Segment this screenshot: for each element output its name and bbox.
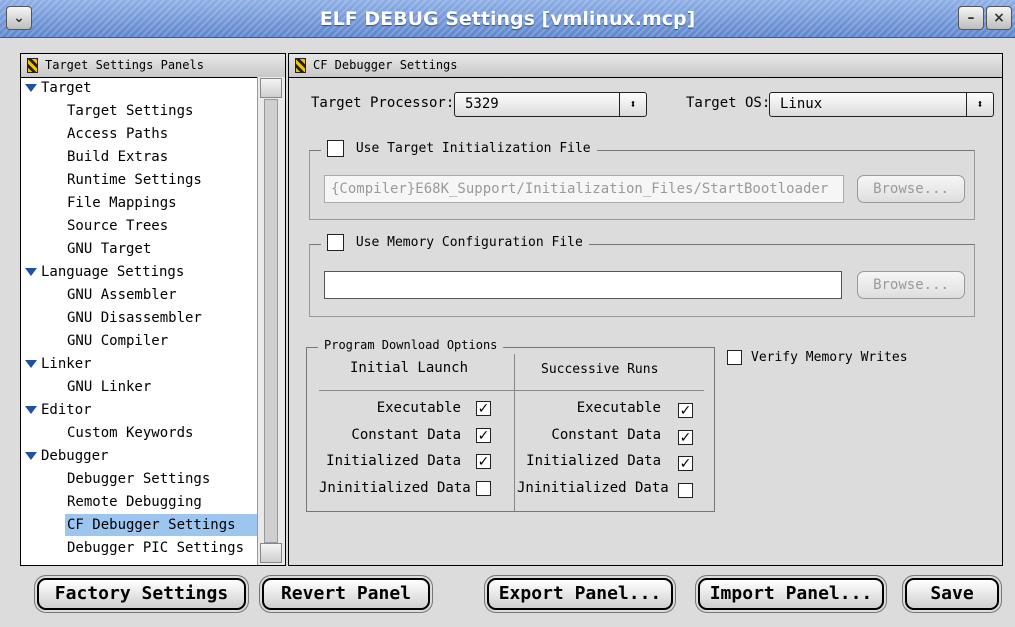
mem-config-browse-button[interactable]: Browse... [857,271,965,299]
tree-item[interactable]: Debugger [21,445,108,467]
tree-item[interactable]: Target [21,77,92,99]
disclosure-triangle-icon[interactable] [25,268,37,276]
successive-checkbox[interactable] [678,483,693,498]
save-button[interactable]: Save [905,578,999,610]
tree-item-label: Target Settings [67,103,194,119]
tree-item[interactable]: GNU Disassembler [21,307,202,329]
tree-item-label: Language Settings [41,264,185,280]
tree-item-label: CF Debugger Settings [67,517,236,533]
tree-item[interactable]: GNU Linker [21,376,151,398]
target-settings-panels: Target Settings Panels Target Target Sett… [20,53,286,566]
initial-row-label: Constant Data [351,427,461,443]
initial-row-label: Initialized Data [326,453,461,469]
tree-scrollbar[interactable] [257,77,285,565]
tree-item-label: Custom Keywords [67,425,194,441]
tree-item[interactable]: Debugger PIC Settings [21,537,244,559]
tree-item-label: Linker [41,356,92,372]
left-panel-header: Target Settings Panels [21,54,285,78]
tree-item[interactable]: GNU Target [21,238,151,260]
initial-checkbox[interactable] [476,481,491,496]
tree-item[interactable]: Source Trees [21,215,168,237]
tree-item[interactable]: Editor [21,399,92,421]
initial-checkbox[interactable]: ✓ [476,401,491,416]
initial-checkbox[interactable]: ✓ [476,428,491,443]
tree-item-label: GNU Disassembler [67,310,202,326]
verify-memory-writes-checkbox[interactable] [727,350,742,365]
download-rows: Executable ✓ Executable ✓ Constant Data ✓ Cons… [289,54,729,524]
tree-item[interactable]: GNU Compiler [21,330,168,352]
revert-panel-button[interactable]: Revert Panel [262,578,430,610]
tree-item-label: GNU Linker [67,379,152,395]
successive-row-label: Jninitialized Data [517,480,669,496]
tree-item[interactable]: GNU Assembler [21,284,177,306]
tree-item[interactable]: Remote Debugging [21,491,202,513]
tree-item-label: Remote Debugging [67,494,202,510]
initial-row-label: Jninitialized Data [319,480,471,496]
tree-item-label: Runtime Settings [67,172,202,188]
tree-item[interactable]: Linker [21,353,92,375]
tree-item[interactable]: CF Debugger Settings [65,514,257,536]
tree-item-label: Debugger Settings [67,471,211,487]
tree-item[interactable]: Build Extras [21,146,168,168]
tree-item[interactable]: Language Settings [21,261,184,283]
init-file-browse-button[interactable]: Browse... [857,175,965,203]
tree-item-label: GNU Compiler [67,333,169,349]
tree-item-label: Build Extras [67,149,169,165]
panel-header-icon [27,58,38,73]
scroll-down-arrow[interactable] [260,543,282,563]
tree-item-label: GNU Assembler [67,287,177,303]
tree-item-label: Editor [41,402,92,418]
tree-item-label: Source Trees [67,218,169,234]
tree-item[interactable]: Custom Keywords [21,422,193,444]
window-title: ELF DEBUG Settings [vmlinux.mcp] [319,8,696,30]
target-os-popup[interactable]: Linux ⬍ [769,92,994,117]
tree-item[interactable]: File Mappings [21,192,177,214]
tree-item-label: File Mappings [67,195,177,211]
tree-item-label: Debugger PIC Settings [67,540,245,556]
import-panel-button[interactable]: Import Panel... [698,578,884,610]
scroll-track[interactable] [264,99,278,543]
successive-checkbox[interactable]: ✓ [678,403,693,418]
scroll-up-arrow[interactable] [260,78,282,98]
disclosure-triangle-icon[interactable] [25,406,37,414]
disclosure-triangle-icon[interactable] [25,84,37,92]
tree-item-label: Debugger [41,448,109,464]
successive-row-label: Executable [576,400,661,416]
successive-row-label: Constant Data [551,427,661,443]
tree-item[interactable]: Debugger Settings [21,468,210,490]
tree-item-label: GNU Target [67,241,152,257]
popup-arrows-icon: ⬍ [966,93,993,116]
initial-checkbox[interactable]: ✓ [476,454,491,469]
initial-row-label: Executable [376,400,461,416]
factory-settings-button[interactable]: Factory Settings [37,578,246,610]
disclosure-triangle-icon[interactable] [25,452,37,460]
disclosure-triangle-icon[interactable] [25,360,37,368]
successive-checkbox[interactable]: ✓ [678,430,693,445]
target-os-value: Linux [780,96,823,112]
successive-checkbox[interactable]: ✓ [678,456,693,471]
cf-debugger-settings-panel: CF Debugger Settings Target Processor: 5… [288,53,1003,566]
left-panel-header-label: Target Settings Panels [21,54,285,78]
verify-memory-writes-label: Verify Memory Writes [751,350,908,365]
close-button[interactable]: × [986,6,1012,30]
tree-item-label: Access Paths [67,126,169,142]
tree-item[interactable]: Access Paths [21,123,168,145]
export-panel-button[interactable]: Export Panel... [487,578,673,610]
tree-item-label: Target [41,80,92,96]
successive-row-label: Initialized Data [526,453,661,469]
tree-item[interactable]: Target Settings [21,100,193,122]
minimize-button[interactable]: – [958,6,984,30]
tree-item[interactable]: Runtime Settings [21,169,202,191]
settings-tree[interactable]: Target Target Settings Access Paths Build E… [21,77,257,565]
